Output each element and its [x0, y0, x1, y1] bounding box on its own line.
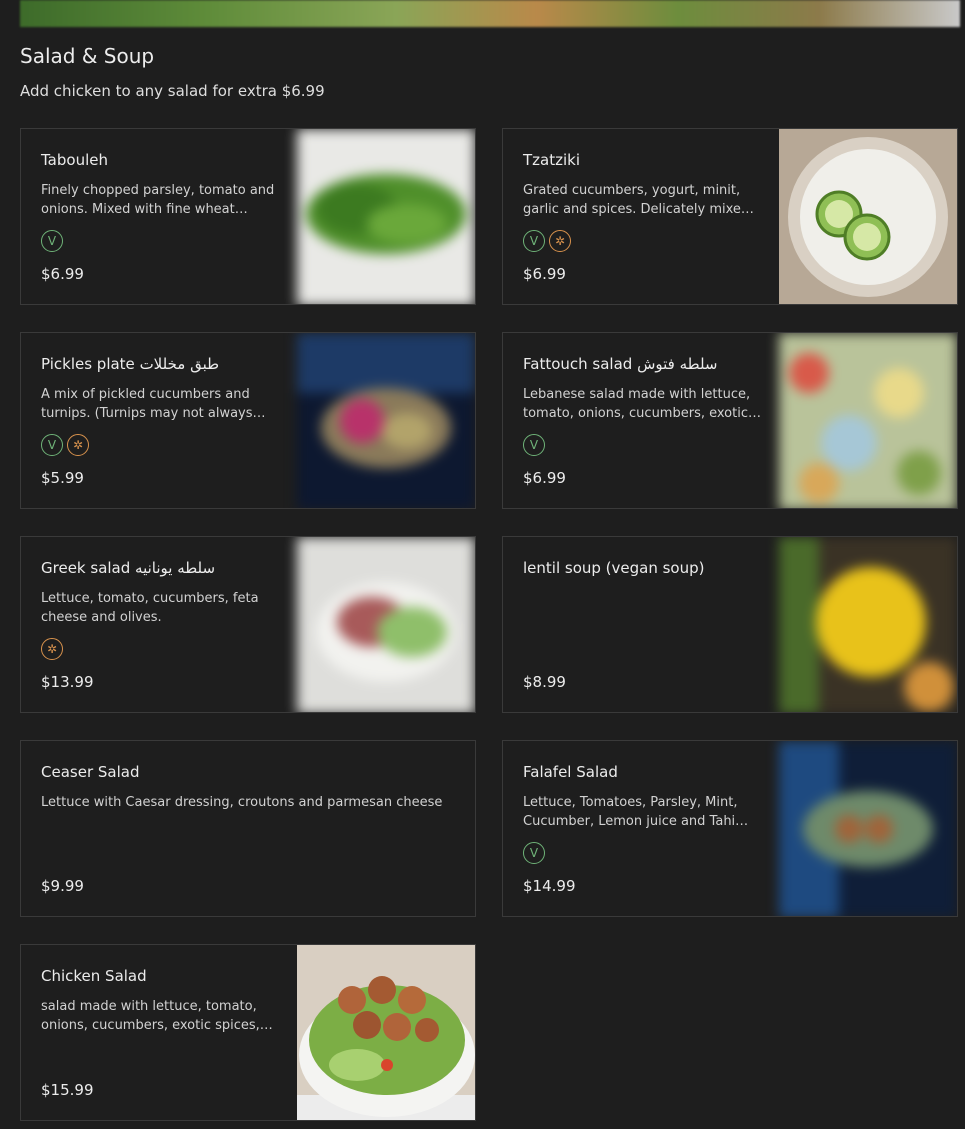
item-price: $6.99	[41, 265, 84, 283]
item-name: Pickles plate طبق مخللات	[41, 355, 220, 373]
tzatziki-photo	[779, 129, 957, 304]
dietary-badges: V ✲	[41, 434, 89, 456]
vegan-icon: V	[41, 434, 63, 456]
greek-salad-photo	[297, 537, 475, 712]
item-name: Tabouleh	[41, 151, 108, 169]
pickles-photo	[297, 333, 475, 508]
item-description: Grated cucumbers, yogurt, minit, garlic …	[523, 183, 754, 217]
menu-item-card[interactable]: lentil soup (vegan soup) $8.99	[502, 536, 958, 713]
item-name: Greek salad سلطه يونانيه	[41, 559, 216, 577]
vegan-icon: V	[523, 842, 545, 864]
item-description: Lettuce with Caesar dressing, croutons a…	[41, 795, 443, 810]
dietary-badges: V	[523, 842, 545, 864]
menu-item-card[interactable]: Tzatziki Grated cucumbers, yogurt, minit…	[502, 128, 958, 305]
item-price: $9.99	[41, 877, 84, 895]
item-price: $6.99	[523, 469, 566, 487]
item-description: Lettuce, Tomatoes, Parsley, Mint, Cucumb…	[523, 795, 749, 829]
item-price: $8.99	[523, 673, 566, 691]
dietary-badges: ✲	[41, 638, 63, 660]
item-name: Tzatziki	[523, 151, 581, 169]
item-price: $15.99	[41, 1081, 94, 1099]
item-price: $6.99	[523, 265, 566, 283]
item-name: Chicken Salad	[41, 967, 147, 985]
fattouch-photo	[779, 333, 957, 508]
item-price: $13.99	[41, 673, 94, 691]
dietary-badges: V	[523, 434, 545, 456]
dietary-badges: V	[41, 230, 63, 252]
dietary-badges: V ✲	[523, 230, 571, 252]
item-price: $14.99	[523, 877, 576, 895]
menu-item-card[interactable]: Pickles plate طبق مخللات A mix of pickle…	[20, 332, 476, 509]
hero-banner-image	[20, 0, 960, 27]
item-description: A mix of pickled cucumbers and turnips. …	[41, 387, 266, 421]
falafel-salad-photo	[779, 741, 957, 916]
gluten-free-icon: ✲	[549, 230, 571, 252]
item-description: Finely chopped parsley, tomato and onion…	[41, 183, 275, 217]
item-name: Fattouch salad سلطه فتوش	[523, 355, 718, 373]
menu-item-card[interactable]: Falafel Salad Lettuce, Tomatoes, Parsley…	[502, 740, 958, 917]
menu-item-card[interactable]: Tabouleh Finely chopped parsley, tomato …	[20, 128, 476, 305]
section-title: Salad & Soup	[20, 44, 155, 68]
tabouleh-photo	[297, 129, 475, 304]
item-name: lentil soup (vegan soup)	[523, 559, 705, 577]
item-name: Falafel Salad	[523, 763, 618, 781]
vegan-icon: V	[41, 230, 63, 252]
chicken-salad-photo	[297, 945, 475, 1120]
item-description: Lettuce, tomato, cucumbers, feta cheese …	[41, 591, 259, 625]
item-name: Ceaser Salad	[41, 763, 140, 781]
item-price: $5.99	[41, 469, 84, 487]
section-subtitle: Add chicken to any salad for extra $6.99	[20, 82, 325, 100]
gluten-free-icon: ✲	[67, 434, 89, 456]
menu-item-card[interactable]: Chicken Salad salad made with lettuce, t…	[20, 944, 476, 1121]
lentil-soup-photo	[779, 537, 957, 712]
item-description: salad made with lettuce, tomato, onions,…	[41, 999, 273, 1033]
vegan-icon: V	[523, 230, 545, 252]
menu-item-card[interactable]: Greek salad سلطه يونانيه Lettuce, tomato…	[20, 536, 476, 713]
menu-item-card[interactable]: Fattouch salad سلطه فتوش Lebanese salad …	[502, 332, 958, 509]
vegan-icon: V	[523, 434, 545, 456]
item-description: Lebanese salad made with lettuce, tomato…	[523, 387, 761, 421]
menu-item-card[interactable]: Ceaser Salad Lettuce with Caesar dressin…	[20, 740, 476, 917]
gluten-free-icon: ✲	[41, 638, 63, 660]
